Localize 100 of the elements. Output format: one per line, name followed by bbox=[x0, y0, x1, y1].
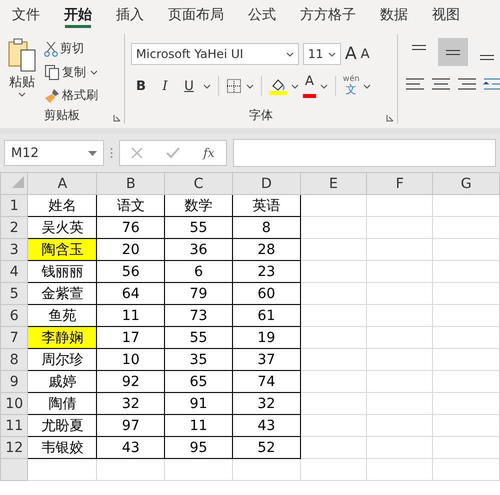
copy-icon bbox=[44, 64, 60, 80]
table-cell: 19 bbox=[232, 326, 300, 348]
decrease-font-button[interactable]: A bbox=[360, 43, 370, 65]
table-cell: 37 bbox=[232, 348, 300, 370]
table-cell: 戚婷 bbox=[28, 370, 97, 392]
table-cell: 8 bbox=[232, 216, 300, 238]
table-cell: 32 bbox=[96, 392, 165, 414]
group-label: 字体 bbox=[249, 107, 273, 124]
table-cell: 韦银姣 bbox=[28, 436, 97, 458]
table-cell: 74 bbox=[232, 370, 300, 392]
row-header[interactable]: 6 bbox=[0, 304, 28, 326]
table-cell: 数学 bbox=[164, 194, 232, 216]
row-header[interactable]: 1 bbox=[0, 194, 28, 216]
ribbon-tab[interactable]: 方方格子 bbox=[288, 0, 368, 30]
italic-button[interactable]: I bbox=[155, 75, 175, 97]
table-cell: 32 bbox=[232, 392, 300, 414]
ribbon-tab[interactable]: 开始 bbox=[52, 0, 104, 30]
column-header[interactable]: G bbox=[432, 172, 500, 194]
dialog-launcher-icon[interactable] bbox=[386, 114, 394, 122]
table-cell: 语文 bbox=[96, 194, 165, 216]
ribbon-tab[interactable]: 数据 bbox=[368, 0, 420, 30]
format-painter-button[interactable]: 格式刷 bbox=[44, 85, 98, 106]
row-header[interactable]: 12 bbox=[0, 436, 28, 458]
font-name-field[interactable]: Microsoft YaHei UI bbox=[131, 43, 299, 65]
dialog-launcher-icon[interactable] bbox=[113, 114, 121, 122]
column-header[interactable]: A bbox=[28, 172, 97, 194]
align-lines-icon bbox=[480, 54, 494, 60]
row-header[interactable]: 5 bbox=[0, 282, 28, 304]
name-box[interactable]: M12 bbox=[4, 140, 104, 166]
caret-icon[interactable] bbox=[291, 84, 299, 88]
font-color-button[interactable]: A bbox=[303, 74, 316, 98]
ribbon-tab[interactable]: 视图 bbox=[420, 0, 472, 30]
row-header[interactable]: 4 bbox=[0, 260, 28, 282]
align-lines-icon bbox=[412, 44, 426, 50]
column-header[interactable]: E bbox=[300, 172, 367, 194]
formula-input[interactable] bbox=[233, 139, 496, 167]
ribbon-tab[interactable]: 页面布局 bbox=[156, 0, 236, 30]
table-cell: 英语 bbox=[232, 194, 300, 216]
bold-button[interactable]: B bbox=[131, 75, 151, 97]
column-header[interactable]: C bbox=[164, 172, 232, 194]
caret-icon[interactable] bbox=[203, 84, 211, 88]
copy-button[interactable]: 复制 bbox=[44, 61, 86, 83]
table-cell: 钱丽丽 bbox=[28, 260, 97, 282]
group-label: 剪贴板 bbox=[44, 107, 80, 124]
column-header[interactable]: F bbox=[366, 172, 433, 194]
caret-icon[interactable] bbox=[328, 52, 336, 56]
row-header[interactable]: 10 bbox=[0, 392, 28, 414]
border-icon[interactable] bbox=[226, 78, 242, 94]
table-cell: 李静娴 bbox=[28, 326, 97, 348]
column-header[interactable]: D bbox=[232, 172, 300, 194]
caret-icon[interactable] bbox=[320, 84, 328, 88]
caret-icon[interactable] bbox=[90, 70, 98, 74]
table-cell: 28 bbox=[232, 238, 300, 260]
cut-button[interactable]: 剪切 bbox=[44, 38, 98, 59]
table-cell: 65 bbox=[164, 370, 232, 392]
row-header[interactable]: 11 bbox=[0, 414, 28, 436]
caret-icon[interactable] bbox=[246, 84, 254, 88]
increase-font-button[interactable]: A bbox=[345, 43, 357, 65]
table-cell: 陶含玉 bbox=[28, 238, 97, 260]
fill-color-icon[interactable] bbox=[269, 77, 287, 95]
table-cell: 56 bbox=[96, 260, 165, 282]
table-cell: 20 bbox=[96, 238, 165, 260]
paste-button[interactable]: 粘贴 bbox=[6, 36, 38, 104]
table-cell: 11 bbox=[96, 304, 165, 326]
table-cell: 61 bbox=[232, 304, 300, 326]
table-cell: 35 bbox=[164, 348, 232, 370]
column-header[interactable]: B bbox=[96, 172, 165, 194]
caret-icon[interactable] bbox=[363, 84, 372, 88]
row-header[interactable]: 3 bbox=[0, 238, 28, 260]
table-cell: 91 bbox=[164, 392, 232, 414]
clipboard-icon bbox=[8, 38, 36, 72]
check-icon[interactable] bbox=[166, 147, 180, 159]
table-cell: 79 bbox=[164, 282, 232, 304]
phonetic-button[interactable]: wén 文 bbox=[342, 73, 360, 99]
row-header[interactable]: 2 bbox=[0, 216, 28, 238]
underline-button[interactable]: U bbox=[179, 75, 199, 97]
table-cell: 金紫萱 bbox=[28, 282, 97, 304]
ribbon-tab[interactable]: 公式 bbox=[236, 0, 288, 30]
caret-icon[interactable] bbox=[286, 52, 294, 56]
table-cell: 11 bbox=[164, 414, 232, 436]
table-cell: 92 bbox=[96, 370, 165, 392]
table-cell: 43 bbox=[232, 414, 300, 436]
font-size-field[interactable]: 11 bbox=[303, 43, 341, 65]
insert-function-button[interactable]: fx bbox=[203, 146, 215, 160]
table-cell: 36 bbox=[164, 238, 232, 260]
vertical-align-button[interactable] bbox=[438, 38, 468, 66]
table-cell: 23 bbox=[232, 260, 300, 282]
row-header[interactable]: 9 bbox=[0, 370, 28, 392]
ribbon-tab[interactable]: 插入 bbox=[104, 0, 156, 30]
scissors-icon bbox=[44, 40, 58, 56]
table-cell: 43 bbox=[96, 436, 165, 458]
brush-icon bbox=[44, 88, 60, 104]
table-cell: 64 bbox=[96, 282, 165, 304]
caret-icon bbox=[18, 92, 26, 97]
align-lines-icon bbox=[446, 50, 460, 54]
table-cell: 60 bbox=[232, 282, 300, 304]
table-cell: 95 bbox=[164, 436, 232, 458]
row-header[interactable]: 7 bbox=[0, 326, 28, 348]
row-header[interactable]: 8 bbox=[0, 348, 28, 370]
ribbon-tab[interactable]: 文件 bbox=[0, 0, 52, 30]
